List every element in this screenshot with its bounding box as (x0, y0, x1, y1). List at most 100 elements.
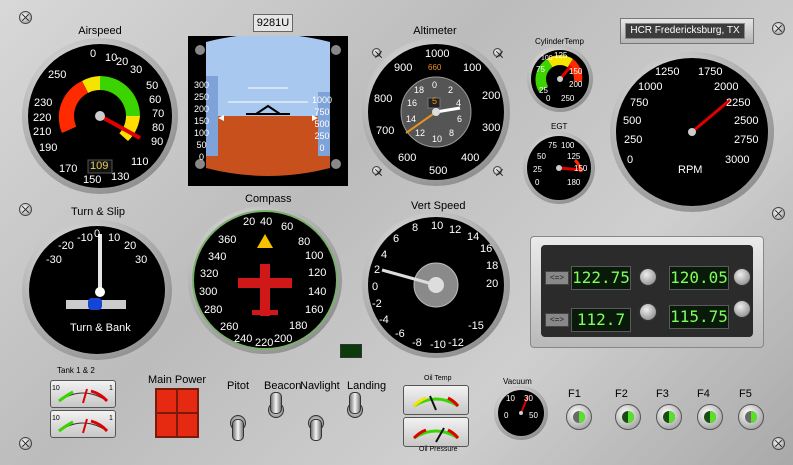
vert-speed-tick: -10 (430, 339, 446, 351)
airspeed-readout: 109 (90, 160, 109, 172)
compass-tick: 220 (255, 337, 274, 349)
nav-active-display: 112.7 (571, 308, 631, 332)
cylinder-temp-tick: 75 (536, 65, 545, 74)
oil-pressure-gauge (403, 417, 469, 447)
f1-label: F1 (568, 388, 581, 400)
altimeter-tick: 100 (463, 62, 482, 74)
egt-tick: 50 (537, 152, 546, 161)
vert-speed-tick: 4 (381, 249, 388, 261)
turn-slip-tick: 10 (108, 232, 121, 244)
oil-temp-title: Oil Temp (424, 375, 452, 382)
f5-button[interactable] (738, 404, 764, 430)
altimeter-tick: 500 (429, 165, 448, 177)
airspeed-tick: 220 (33, 112, 52, 124)
f4-button[interactable] (697, 404, 723, 430)
vacuum-tick: 30 (524, 394, 533, 403)
cylinder-temp-tick: 150 (569, 67, 583, 76)
vert-speed-tick: 18 (486, 260, 499, 272)
compass-tick: 100 (305, 250, 324, 262)
attitude-scale-tick: 100 (194, 128, 210, 138)
airspeed-tick: 250 (48, 69, 67, 81)
compass-tick: 320 (200, 268, 219, 280)
pitot-switch[interactable] (228, 405, 246, 441)
rpm-tick: 250 (624, 134, 643, 146)
rpm-tick: 1250 (655, 66, 680, 78)
f1-button[interactable] (566, 404, 592, 430)
cylinder-temp-tick: 250 (561, 94, 575, 103)
compass-tick: 260 (220, 321, 239, 333)
vert-speed-tick: 10 (431, 220, 444, 232)
com-active-knob[interactable] (639, 268, 657, 286)
vert-speed-gauge: 8 10 12 14 6 16 4 18 2 20 0 -2 -4 -6 -8 … (362, 212, 510, 358)
altimeter-inner-tick: 12 (415, 128, 426, 138)
altimeter-screw (372, 166, 381, 175)
f2-button[interactable] (615, 404, 641, 430)
rpm-tick: 1000 (638, 81, 663, 93)
tank-1-low: 10 (52, 385, 60, 392)
vert-speed-tick: 14 (467, 231, 480, 243)
rpm-tick: 750 (630, 97, 649, 109)
egt-tick: 150 (574, 164, 588, 173)
rpm-caption: RPM (678, 164, 703, 176)
airspeed-tick: 170 (59, 163, 78, 175)
tank-1-gauge: 10 1 (50, 380, 116, 408)
nav-standby-display: 115.75 (669, 305, 729, 329)
f3-button[interactable] (656, 404, 682, 430)
com-swap-button[interactable]: <=> (545, 271, 569, 285)
tank-1-high: 1 (109, 385, 113, 392)
egt-tick: 180 (567, 178, 581, 187)
altimeter-inner-tick: 14 (406, 114, 417, 124)
altimeter-tick: 900 (394, 62, 413, 74)
airspeed-tick: 70 (152, 108, 165, 120)
tail-number-display: 9281U (253, 14, 293, 32)
egt-tick: 100 (561, 141, 575, 150)
rpm-tick: 2250 (726, 97, 751, 109)
f2-label: F2 (615, 388, 628, 400)
location-display: HCR Fredericksburg, TX (620, 18, 754, 44)
compass-tick: 80 (298, 236, 311, 248)
vert-speed-tick: -8 (412, 337, 422, 349)
compass-tick: 200 (274, 333, 293, 345)
egt-tick: 75 (548, 141, 557, 150)
tank-title: Tank 1 & 2 (57, 366, 95, 375)
tank-2-low: 10 (52, 415, 60, 422)
cylinder-temp-tick: 125 (554, 51, 568, 60)
airspeed-tick: 30 (130, 64, 143, 76)
turn-slip-tick: 30 (135, 254, 148, 266)
attitude-scale-tick: 500 (314, 119, 330, 129)
vacuum-tick: 0 (504, 411, 509, 420)
compass-tick: 300 (199, 286, 218, 298)
vert-speed-title: Vert Speed (411, 200, 466, 212)
altimeter-tick: 700 (376, 125, 395, 137)
airspeed-tick: 190 (39, 142, 58, 154)
turn-slip-title: Turn & Slip (71, 206, 126, 218)
nav-active-knob[interactable] (639, 303, 657, 321)
attitude-scale-tick: 0 (199, 152, 205, 162)
airspeed-tick: 90 (151, 136, 164, 148)
altimeter-inner-tick: 8 (449, 128, 455, 138)
nav-swap-button[interactable]: <=> (545, 313, 569, 327)
airspeed-tick: 0 (90, 48, 97, 60)
panel-screw (772, 437, 785, 450)
cylinder-temp-tick: 0 (546, 94, 551, 103)
com-standby-knob[interactable] (733, 268, 751, 286)
beacon-switch[interactable] (266, 392, 284, 428)
vacuum-tick: 50 (529, 411, 538, 420)
attitude-scale-tick: 0 (319, 143, 325, 153)
nav-standby-knob[interactable] (733, 300, 751, 318)
rpm-tick: 0 (627, 154, 634, 166)
panel-screw (19, 437, 32, 450)
compass-tick: 240 (234, 333, 253, 345)
egt-tick: 125 (567, 152, 581, 161)
egt-title: EGT (551, 122, 568, 131)
navlight-switch[interactable] (306, 405, 324, 441)
cylinder-temp-tick: 100 (541, 55, 553, 62)
attitude-scale-tick: 250 (314, 131, 330, 141)
compass-tick: 140 (308, 286, 327, 298)
main-power-switch[interactable] (155, 388, 199, 438)
altimeter-tick: 800 (374, 93, 393, 105)
vert-speed-tick: 8 (412, 222, 419, 234)
vert-speed-tick: 20 (486, 278, 499, 290)
landing-switch[interactable] (345, 392, 363, 428)
airspeed-tick: 20 (116, 56, 129, 68)
